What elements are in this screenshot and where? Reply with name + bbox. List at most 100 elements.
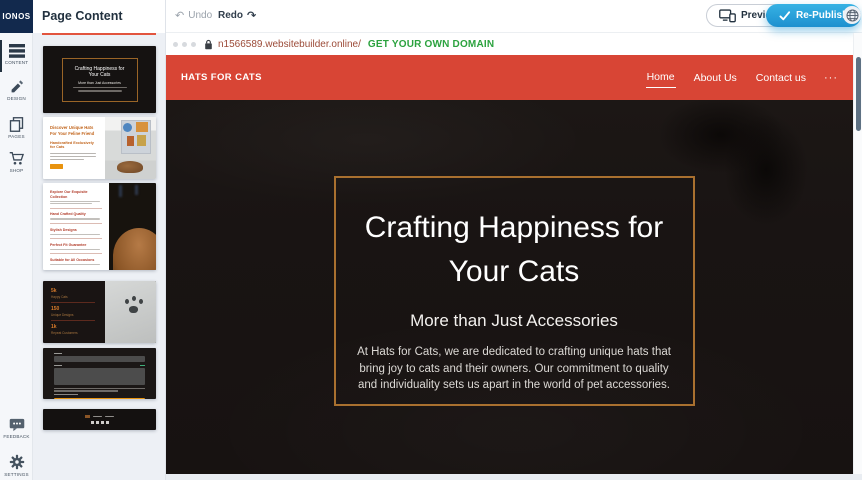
- section-thumbnail-hero[interactable]: Crafting Happiness for Your Cats More th…: [43, 46, 156, 113]
- sidebar-item-shop[interactable]: SHOP: [0, 151, 33, 173]
- get-domain-link[interactable]: GET YOUR OWN DOMAIN: [368, 39, 494, 50]
- divider: [50, 223, 102, 224]
- thumb-text-line: [50, 153, 96, 154]
- redo-button[interactable]: Redo ↷: [218, 9, 256, 22]
- paw-toe: [125, 299, 129, 304]
- nav-item-home[interactable]: Home: [646, 67, 676, 88]
- main-scrollbar[interactable]: [853, 33, 862, 474]
- form-input: [54, 356, 145, 362]
- social-icon: [106, 421, 109, 424]
- scrollbar-thumb[interactable]: [856, 57, 861, 131]
- settings-icon: [9, 454, 25, 470]
- hero-heading[interactable]: Crafting Happiness for Your Cats: [336, 206, 693, 294]
- thumb-hero-heading: Crafting Happiness for Your Cats: [63, 66, 137, 79]
- photo-glint: [119, 185, 122, 197]
- sidebar-item-settings[interactable]: SETTINGS: [0, 454, 33, 477]
- hero-subheading[interactable]: More than Just Accessories: [336, 311, 693, 331]
- feature-heading: Hand Crafted Quality: [50, 212, 103, 217]
- divider: [50, 238, 102, 239]
- thumb-intro-subheading: Handcrafted Exclusively for Cats: [50, 141, 99, 149]
- page-content-panel: Page Content Crafting Happiness for Your…: [33, 0, 166, 480]
- photo-poster: [127, 136, 134, 146]
- sidebar-item-design[interactable]: DESIGN: [0, 80, 33, 101]
- redo-icon: ↷: [247, 9, 256, 22]
- thumb-text-line: [50, 203, 92, 204]
- stat-label: Happy Cats: [51, 295, 105, 299]
- shop-icon: [9, 151, 25, 166]
- thumb-text-line: [50, 156, 96, 157]
- thumb-intro-text: Discover Unique Hats For Your Feline Fri…: [43, 117, 105, 179]
- sidebar-item-feedback[interactable]: FEEDBACK: [0, 418, 33, 439]
- thumb-text-line: [50, 201, 100, 202]
- sidebar-item-label: DESIGN: [0, 96, 33, 101]
- hero-paragraph[interactable]: At Hats for Cats, we are dedicated to cr…: [355, 344, 673, 394]
- section-thumbnail-features[interactable]: Explore Our Exquisite Collection Hand Cr…: [43, 183, 156, 270]
- panel-title: Page Content: [42, 9, 123, 23]
- thumb-text-line: [78, 90, 122, 92]
- photo-glint: [135, 185, 138, 195]
- social-icon: [91, 421, 94, 424]
- website-builder-app: IONOS CONTENT DESIGN PAGES: [0, 0, 862, 480]
- lock-icon: [204, 39, 213, 50]
- divider: [50, 253, 102, 254]
- feature-heading: Suitable for All Occasions: [50, 258, 103, 263]
- thumb-text-line: [50, 264, 100, 265]
- stat-value: 150: [51, 306, 105, 312]
- undo-icon: ↶: [175, 9, 184, 22]
- design-icon: [9, 80, 24, 94]
- sidebar-item-label: SHOP: [0, 168, 33, 173]
- browser-dots: [173, 42, 196, 47]
- site-logo[interactable]: HATS FOR CATS: [181, 72, 262, 83]
- site-header[interactable]: HATS FOR CATS Home About Us Contact us ·…: [166, 55, 862, 100]
- fine-print-line: [54, 388, 145, 389]
- nav-item-contact[interactable]: Contact us: [755, 68, 807, 88]
- photo-poster: [123, 123, 132, 132]
- stat-label: Repeat Customers: [51, 331, 105, 335]
- language-globe-button[interactable]: [843, 6, 861, 24]
- thumb-text-line: [73, 87, 127, 89]
- feature-heading: Stylish Designs: [50, 228, 103, 233]
- char-counter: [140, 365, 145, 366]
- undo-button[interactable]: ↶ Undo: [175, 9, 212, 22]
- feedback-icon: [9, 418, 25, 432]
- divider: [51, 302, 95, 303]
- browser-address-bar: n1566589.websitebuilder.online/ GET YOUR…: [166, 33, 862, 55]
- website-canvas[interactable]: HATS FOR CATS Home About Us Contact us ·…: [166, 55, 862, 474]
- divider: [51, 320, 95, 321]
- undo-label: Undo: [188, 10, 212, 21]
- nav-item-about[interactable]: About Us: [693, 68, 738, 88]
- sidebar-item-pages[interactable]: PAGES: [0, 117, 33, 139]
- fine-print-line: [54, 390, 118, 391]
- divider: [50, 208, 102, 209]
- photo-poster: [137, 135, 146, 146]
- ionos-logo: IONOS: [0, 0, 33, 33]
- section-thumbnail-stats[interactable]: 5k Happy Cats 150 Unique Designs 1k Repe…: [43, 281, 156, 343]
- form-submit-button: [54, 398, 145, 399]
- sidebar-item-content[interactable]: CONTENT: [0, 44, 33, 65]
- footer-logo-mark: [85, 415, 90, 418]
- form-label-line: [54, 353, 62, 354]
- fine-print-line: [54, 394, 78, 395]
- sidebar-item-label: PAGES: [0, 134, 33, 139]
- hero-framed-box[interactable]: Crafting Happiness for Your Cats More th…: [334, 176, 695, 406]
- pages-icon: [9, 117, 24, 132]
- section-thumbnail-footer[interactable]: [43, 409, 156, 430]
- stat-value: 5k: [51, 288, 105, 294]
- thumb-hero-subheading: More than Just Accessories: [63, 81, 137, 85]
- sidebar-item-label: FEEDBACK: [0, 434, 33, 439]
- section-thumbnail-contact-form[interactable]: [43, 348, 156, 399]
- thumb-street-cat-photo: [105, 117, 156, 179]
- site-url: n1566589.websitebuilder.online/: [218, 39, 361, 50]
- thumb-orange-cat-photo: [109, 183, 156, 270]
- hero-section[interactable]: Crafting Happiness for Your Cats More th…: [166, 100, 862, 474]
- section-thumbnail-intro[interactable]: Discover Unique Hats For Your Feline Fri…: [43, 117, 156, 179]
- feature-heading: Explore Our Exquisite Collection: [50, 190, 103, 199]
- nav-more-button[interactable]: ···: [824, 72, 838, 84]
- thumb-intro-heading: Discover Unique Hats For Your Feline Fri…: [50, 125, 99, 136]
- photo-cat: [113, 228, 156, 270]
- left-rail: IONOS CONTENT DESIGN PAGES: [0, 0, 33, 480]
- paw-pad: [129, 306, 138, 313]
- redo-label: Redo: [218, 10, 243, 21]
- form-textarea: [54, 368, 145, 385]
- thumb-text-line: [105, 416, 114, 417]
